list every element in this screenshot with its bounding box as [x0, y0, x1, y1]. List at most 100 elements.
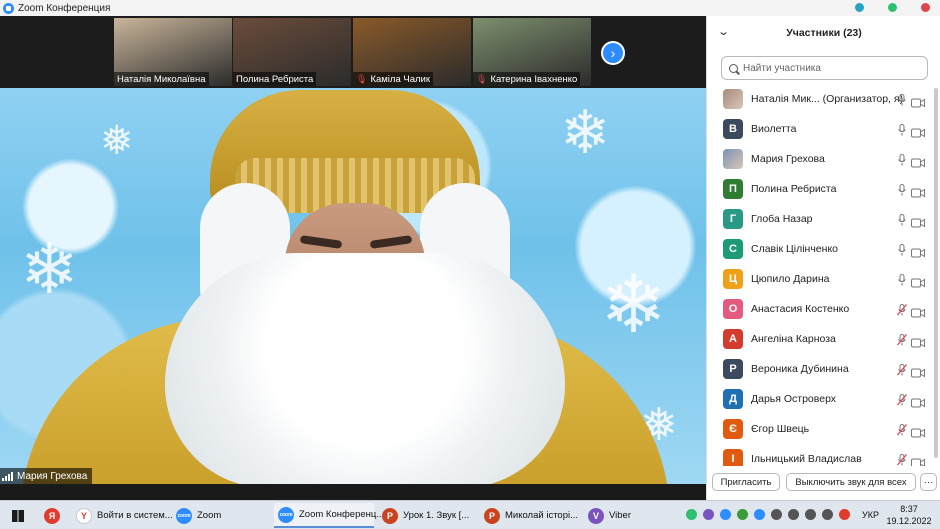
- minimize-button[interactable]: [855, 3, 864, 12]
- snowflake-decoration: ❄: [600, 260, 668, 349]
- camera-icon[interactable]: [911, 245, 925, 257]
- participant-row[interactable]: Мария Грехова: [707, 144, 935, 174]
- invite-button[interactable]: Пригласить: [712, 473, 780, 491]
- clock-time: 8:37: [900, 504, 918, 514]
- thumbnail-name: Наталія Миколаївна: [114, 72, 209, 86]
- participant-name: Ангеліна Карноза: [751, 333, 836, 345]
- taskbar-item[interactable]: Y Войти в систем...: [72, 503, 173, 528]
- participant-row[interactable]: І Ільницький Владислав: [707, 444, 935, 466]
- taskbar-item[interactable]: zoom Zoom: [172, 503, 270, 528]
- mic-icon[interactable]: [897, 183, 906, 196]
- active-speaker-video[interactable]: ❄ ❄ ❄ ❅ ❅ Мария Грехова: [0, 88, 706, 484]
- mic-muted-icon[interactable]: [897, 393, 907, 406]
- participant-name: Дарья Островерх: [751, 393, 837, 405]
- participant-row[interactable]: С Славік Цілінченко: [707, 234, 935, 264]
- mic-muted-icon[interactable]: [897, 363, 907, 376]
- participant-avatar: Є: [723, 419, 743, 439]
- participant-avatar: Г: [723, 209, 743, 229]
- camera-icon[interactable]: [911, 125, 925, 137]
- search-input[interactable]: [743, 62, 913, 74]
- next-page-button[interactable]: ›: [601, 41, 625, 65]
- mic-muted-icon[interactable]: [897, 333, 907, 346]
- battery-icon[interactable]: [788, 509, 799, 520]
- participant-avatar: Р: [723, 359, 743, 379]
- participant-row[interactable]: П Полина Ребриста: [707, 174, 935, 204]
- participant-row[interactable]: Г Глоба Назар: [707, 204, 935, 234]
- mic-muted-icon[interactable]: [897, 453, 907, 466]
- mic-icon[interactable]: [897, 273, 906, 286]
- taskbar-item[interactable]: P Миколай історі...: [480, 503, 580, 528]
- participant-name: Славік Цілінченко: [751, 243, 838, 255]
- camera-icon[interactable]: [911, 185, 925, 197]
- viber-tray-icon[interactable]: [703, 509, 714, 520]
- camera-icon[interactable]: [911, 305, 925, 317]
- usb-icon[interactable]: [771, 509, 782, 520]
- participant-row[interactable]: О Анастасия Костенко: [707, 294, 935, 324]
- participant-name: Ільницький Владислав: [751, 453, 862, 465]
- zoom-tray-icon[interactable]: [720, 509, 731, 520]
- participant-row[interactable]: Є Єгор Швець: [707, 414, 935, 444]
- close-button[interactable]: [921, 3, 930, 12]
- camera-icon[interactable]: [911, 425, 925, 437]
- volume-icon[interactable]: [822, 509, 833, 520]
- camera-icon[interactable]: [911, 335, 925, 347]
- wifi-icon[interactable]: [805, 509, 816, 520]
- video-thumbnail[interactable]: Полина Ребриста: [233, 18, 351, 86]
- mic-icon[interactable]: [897, 153, 906, 166]
- participant-avatar: [723, 149, 743, 169]
- thumbnail-name: 🎙︎ Каміла Чалик: [353, 72, 433, 86]
- participant-row[interactable]: Р Вероника Дубинина: [707, 354, 935, 384]
- taskbar-item[interactable]: zoom Zoom Конференц...: [274, 503, 384, 528]
- participant-name: Мария Грехова: [751, 153, 825, 165]
- scrollbar-thumb[interactable]: [934, 88, 938, 458]
- participant-name: Анастасия Костенко: [751, 303, 850, 315]
- mic-muted-icon[interactable]: [897, 423, 907, 436]
- clock[interactable]: 8:37 19.12.2022: [886, 503, 932, 527]
- mic-icon[interactable]: [897, 123, 906, 136]
- participant-list: Наталія Мик... (Организатор, я) В Виолетта…: [707, 84, 935, 466]
- camera-icon[interactable]: [911, 455, 925, 466]
- scrollbar[interactable]: [933, 84, 939, 466]
- camera-icon[interactable]: [911, 95, 925, 107]
- participant-row[interactable]: В Виолетта: [707, 114, 935, 144]
- participant-avatar: С: [723, 239, 743, 259]
- camera-icon[interactable]: [911, 275, 925, 287]
- participant-search[interactable]: [721, 56, 928, 80]
- taskbar-item[interactable]: P Урок 1. Звук [...: [378, 503, 478, 528]
- taskbar-item[interactable]: V Viber: [584, 503, 654, 528]
- video-thumbnail[interactable]: 🎙︎ Каміла Чалик: [353, 18, 471, 86]
- mute-all-button[interactable]: Выключить звук для всех: [786, 473, 916, 491]
- camera-icon[interactable]: [911, 365, 925, 377]
- thumbnail-name: 🎙︎ Катерина Івахненко: [473, 72, 581, 86]
- tray-app-icon[interactable]: [737, 509, 748, 520]
- mic-icon[interactable]: [897, 243, 906, 256]
- taskbar-item[interactable]: [8, 503, 30, 528]
- speaker-name-label: Мария Грехова: [0, 468, 93, 484]
- camera-icon[interactable]: [911, 155, 925, 167]
- video-thumbnail[interactable]: Наталія Миколаївна: [114, 18, 232, 86]
- mic-muted-icon: 🎙︎: [476, 73, 488, 84]
- mic-icon[interactable]: [897, 213, 906, 226]
- maximize-button[interactable]: [888, 3, 897, 12]
- more-options-button[interactable]: ···: [920, 473, 937, 491]
- participant-row[interactable]: Наталія Мик... (Организатор, я): [707, 84, 935, 114]
- language-indicator[interactable]: УКР: [862, 510, 879, 520]
- tray-app-icon[interactable]: [686, 509, 697, 520]
- yandex-tray-icon[interactable]: [839, 509, 850, 520]
- zoom-icon: zoom: [278, 506, 294, 523]
- camera-icon[interactable]: [911, 395, 925, 407]
- participant-row[interactable]: Ц Цюпило Дарина: [707, 264, 935, 294]
- mic-icon[interactable]: [897, 93, 906, 106]
- mic-muted-icon[interactable]: [897, 303, 907, 316]
- participant-name: Полина Ребриста: [751, 183, 837, 195]
- participant-avatar: В: [723, 119, 743, 139]
- participant-row[interactable]: Д Дарья Островерх: [707, 384, 935, 414]
- participant-name: Наталія Мик... (Организатор, я): [751, 93, 904, 105]
- bluetooth-icon[interactable]: [754, 509, 765, 520]
- taskbar-item[interactable]: Я: [40, 503, 62, 528]
- video-thumbnail[interactable]: 🎙︎ Катерина Івахненко: [473, 18, 591, 86]
- participant-name: Виолетта: [751, 123, 797, 135]
- camera-icon[interactable]: [911, 215, 925, 227]
- taskbar-item-label: Миколай історі...: [505, 510, 579, 521]
- participant-row[interactable]: А Ангеліна Карноза: [707, 324, 935, 354]
